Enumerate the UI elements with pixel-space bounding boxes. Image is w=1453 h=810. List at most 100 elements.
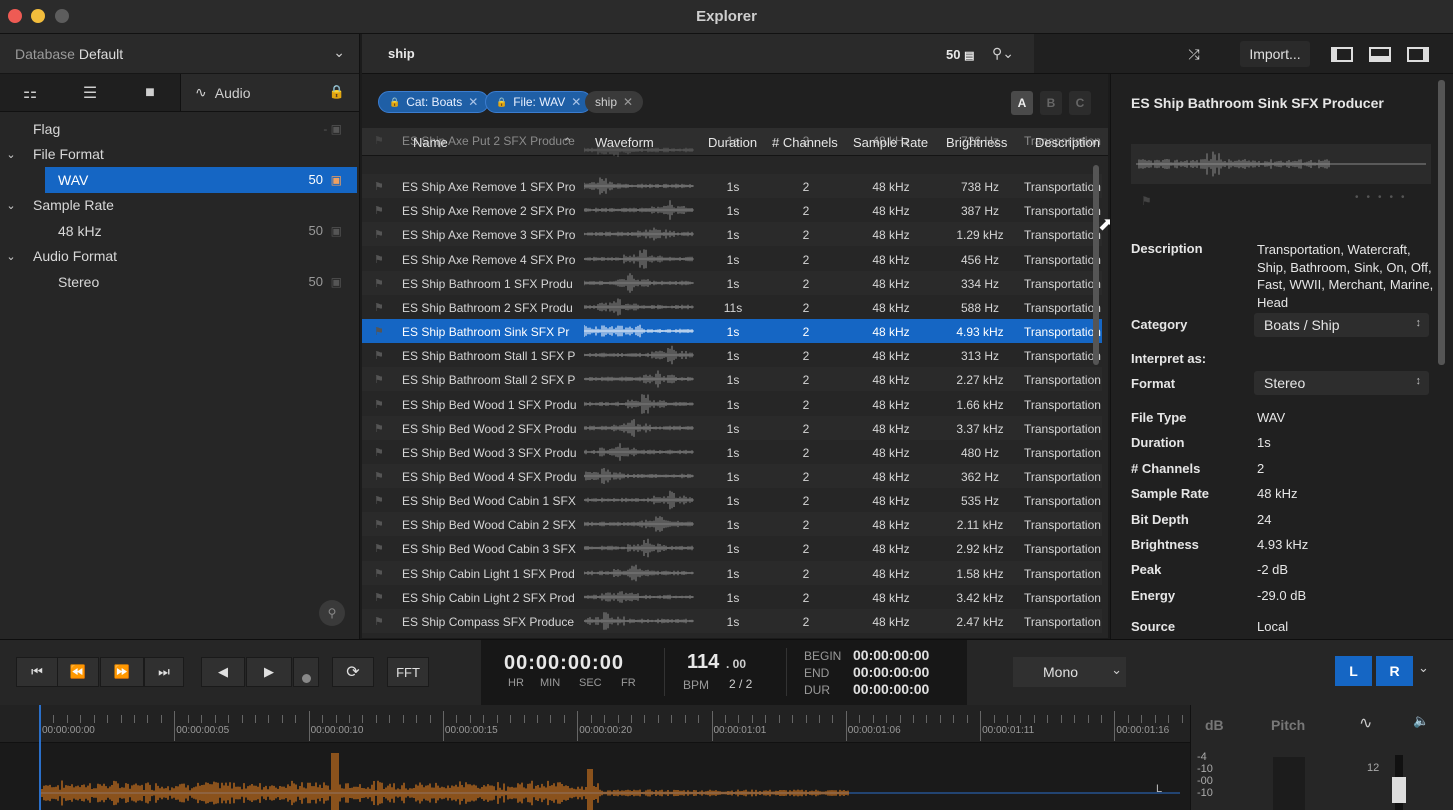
chevron-down-icon[interactable]: ⌄ [0, 199, 22, 212]
bpm-value[interactable]: 114 [687, 651, 719, 674]
flag-icon[interactable]: ⚑ [374, 422, 384, 435]
filter-row[interactable]: ⌄ File Format [0, 142, 359, 168]
fast-forward-button[interactable]: ⏩ [100, 657, 144, 687]
table-row[interactable]: ⚑ ES Ship Bathroom 1 SFX Produ 1s 2 48 kHz 33… [362, 270, 1102, 295]
close-icon[interactable]: ✕ [623, 95, 633, 109]
chevron-down-icon[interactable]: ⌄ [0, 148, 22, 161]
category-select[interactable]: Boats / Ship ↕ [1254, 313, 1429, 337]
table-row[interactable]: ⚑ ES Ship Compass SFX Produce 1s 2 48 kHz 2.4… [362, 608, 1102, 633]
import-button[interactable]: Import... [1240, 41, 1310, 67]
filter-row[interactable]: ⌄ Audio Format [0, 244, 359, 270]
table-row[interactable]: ⚑ ES Ship Axe Remove 2 SFX Pro 1s 2 48 kHz 38… [362, 198, 1102, 222]
tab-tags[interactable]: ⚏ [0, 74, 60, 111]
shuffle-button[interactable]: ⤮ [1174, 41, 1214, 67]
flag-icon[interactable]: ⚑ [374, 253, 384, 266]
view-b-button[interactable]: B [1040, 91, 1062, 115]
flag-icon[interactable]: ⚑ [374, 446, 384, 459]
pitch-fader[interactable] [1273, 757, 1305, 810]
flag-icon[interactable]: ⚑ [374, 277, 384, 290]
table-row[interactable]: ⚑ ES Ship Bed Wood 3 SFX Produ 1s 2 48 kHz 48… [362, 440, 1102, 464]
table-row[interactable]: ⚑ ES Ship Bed Wood Cabin 2 SFX 1s 2 48 kHz 2.… [362, 512, 1102, 537]
record-button[interactable] [293, 657, 319, 687]
flag-icon[interactable]: ⚑ [374, 373, 384, 386]
timeline[interactable]: 00:00:00:00 00:00:00:05 00:00:00:10 00:00:0… [0, 705, 1190, 810]
bottom-pane-toggle-button[interactable] [1366, 41, 1394, 67]
lock-icon[interactable]: - ▣ [323, 122, 342, 136]
spectrum-icon[interactable]: ∿ [1359, 713, 1372, 733]
volume-fader-knob[interactable] [1392, 777, 1406, 803]
channel-mode-select[interactable]: Mono ⌄ [1013, 657, 1126, 687]
tab-list[interactable]: ☰ [60, 74, 120, 111]
table-row[interactable]: ⚑ ES Ship Cabin Light 1 SFX Prod 1s 2 48 kHz… [362, 560, 1102, 585]
format-select[interactable]: Stereo ↕ [1254, 371, 1429, 395]
flag-icon[interactable]: ⚑ [374, 349, 384, 362]
table-row[interactable]: ⚑ ES Ship Axe Put 2 SFX Produce 1s 2 48 kHz 7… [362, 134, 1102, 157]
table-row[interactable]: ⚑ ES Ship Bed Wood Cabin 1 SFX 1s 2 48 kHz 53… [362, 488, 1102, 512]
tag-chip[interactable]: ship ✕ [585, 91, 644, 113]
flag-icon[interactable]: ⚑ [374, 180, 384, 193]
flag-icon[interactable]: ⚑ [374, 542, 384, 555]
time-signature[interactable]: 2 / 2 [729, 677, 752, 691]
view-c-button[interactable]: C [1069, 91, 1091, 115]
rewind-button[interactable]: ⏪ [57, 657, 99, 687]
flag-icon[interactable]: ⚑ [374, 615, 384, 628]
table-row[interactable]: ⚑ ES Ship Cabin Light 2 SFX Prod 1s 2 48 kHz… [362, 585, 1102, 609]
flag-icon[interactable]: ⚑ [374, 567, 384, 580]
table-row[interactable]: ⚑ ES Ship Bed Wood 4 SFX Produ 1s 2 48 kHz 36… [362, 463, 1102, 488]
right-pane-toggle-button[interactable] [1404, 41, 1432, 67]
filter-row[interactable]: WAV 50 ▣ [45, 167, 357, 193]
tab-audio[interactable]: ∿ Audio 🔒 [180, 74, 359, 111]
flag-icon[interactable]: ⚑ [1141, 194, 1152, 208]
search-input[interactable]: ship [388, 46, 415, 61]
tab-folders[interactable]: ■ [120, 74, 180, 111]
flag-icon[interactable]: ⚑ [374, 325, 384, 338]
inspector-waveform[interactable] [1131, 144, 1431, 184]
table-row[interactable]: ⚑ ES Ship Bed Wood 1 SFX Produ 1s 2 48 kHz 1.… [362, 392, 1102, 416]
tag-chip[interactable]: 🔒 File: WAV ✕ [485, 91, 593, 113]
play-button[interactable]: ▶ [246, 657, 292, 687]
filter-row[interactable]: Flag - ▣ [0, 116, 359, 142]
flag-icon[interactable]: ⚑ [374, 301, 384, 314]
table-row[interactable]: ⚑ ES Ship Axe Remove 1 SFX Pro 1s 2 48 kHz 73… [362, 174, 1102, 199]
main-waveform[interactable] [0, 743, 1190, 810]
table-row[interactable]: ⚑ ES Ship Bed Wood Cabin 3 SFX 1s 2 48 kHz 2.… [362, 536, 1102, 560]
inspector-scrollbar[interactable] [1438, 80, 1445, 365]
lock-icon[interactable]: 🔒 [329, 84, 345, 100]
table-row[interactable]: ⚑ ES Ship Bathroom Sink SFX Pr 1s 2 48 kHz 4.… [362, 319, 1102, 344]
tag-chip[interactable]: 🔒 Cat: Boats ✕ [378, 91, 490, 113]
lock-icon[interactable]: ▣ [331, 224, 342, 238]
left-channel-button[interactable]: L [1335, 656, 1372, 686]
search-zoom-icon[interactable]: ⚲ [319, 600, 345, 626]
table-row[interactable]: ⚑ ES Ship Bed Wood 2 SFX Produ 1s 2 48 kHz 3.… [362, 415, 1102, 440]
database-selector[interactable]: Database Default ⌄ [0, 34, 359, 74]
right-channel-button[interactable]: R [1376, 656, 1413, 686]
search-icon[interactable]: ⚲⌄ [992, 45, 1014, 62]
flag-icon[interactable]: ⚑ [374, 134, 384, 147]
table-scrollbar[interactable] [1093, 165, 1099, 365]
flag-icon[interactable]: ⚑ [374, 494, 384, 507]
flag-icon[interactable]: ⚑ [374, 204, 384, 217]
filter-row[interactable]: 48 kHz 50 ▣ [0, 218, 359, 244]
view-a-button[interactable]: A [1011, 91, 1033, 115]
flag-icon[interactable]: ⚑ [374, 228, 384, 241]
lock-icon[interactable]: ▣ [331, 275, 342, 289]
chevron-down-icon[interactable]: ⌄ [1418, 660, 1429, 676]
chevron-down-icon[interactable]: ⌄ [0, 250, 22, 263]
flag-icon[interactable]: ⚑ [374, 591, 384, 604]
close-icon[interactable]: ✕ [571, 95, 581, 109]
table-row[interactable]: ⚑ ES Ship Bathroom Stall 1 SFX P 1s 2 48 kHz… [362, 343, 1102, 367]
filter-row[interactable]: Stereo 50 ▣ [0, 269, 359, 295]
previous-button[interactable]: ◀ [201, 657, 245, 687]
filter-row[interactable]: ⌄ Sample Rate [0, 193, 359, 219]
loop-button[interactable]: ⟳ [332, 657, 374, 687]
left-pane-toggle-button[interactable] [1328, 41, 1356, 67]
table-row[interactable]: ⚑ ES Ship Bathroom Stall 2 SFX P 1s 2 48 kHz… [362, 367, 1102, 392]
playhead[interactable] [39, 705, 41, 810]
flag-icon[interactable]: ⚑ [374, 398, 384, 411]
go-to-end-button[interactable]: ⏭ [144, 657, 184, 687]
table-row[interactable]: ⚑ ES Ship Bathroom 2 SFX Produ 11s 2 48 kHz 5… [362, 295, 1102, 319]
speaker-icon[interactable]: 🔈 [1413, 713, 1429, 729]
description-value[interactable]: Transportation, Watercraft, Ship, Bathro… [1257, 241, 1442, 311]
table-row[interactable]: ⚑ ES Ship Axe Remove 3 SFX Pro 1s 2 48 kHz 1.… [362, 222, 1102, 247]
flag-icon[interactable]: ⚑ [374, 470, 384, 483]
